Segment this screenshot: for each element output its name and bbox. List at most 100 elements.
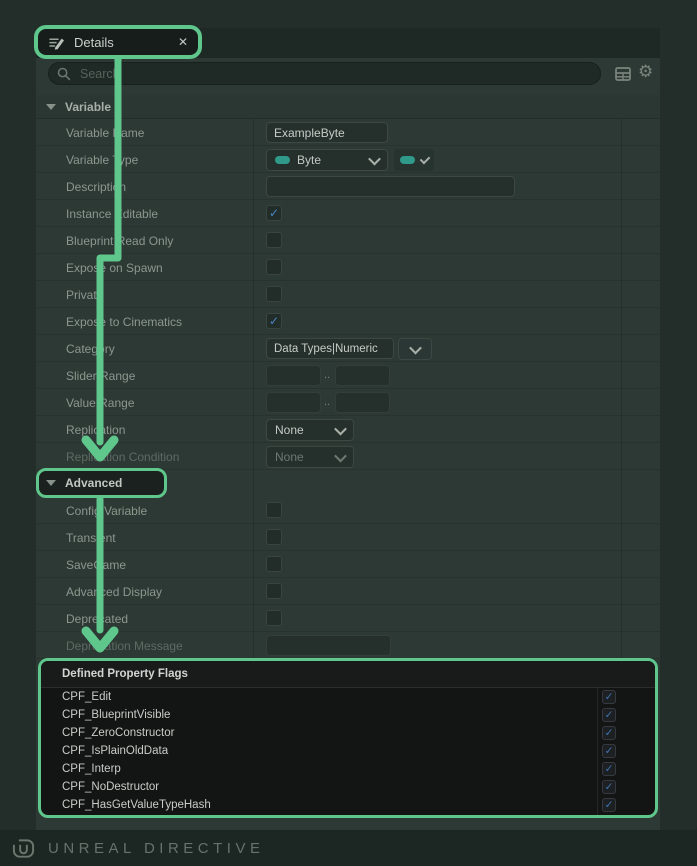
property-matrix-icon[interactable]	[614, 65, 632, 83]
row-label: Private	[66, 288, 103, 302]
screenshot-root: ⚙ Variable Variable Name Variable Type B…	[0, 0, 697, 866]
chevron-down-icon	[420, 153, 431, 164]
section-title: Advanced	[65, 476, 122, 490]
row-replication-condition: Replication Condition None	[36, 443, 660, 470]
row-replication: Replication None	[36, 416, 660, 443]
unreal-directive-logo-icon	[12, 837, 35, 860]
row-value-range: Value Range ..	[36, 389, 660, 416]
flag-row: CPF_IsPlainOldData ✓	[41, 742, 655, 760]
flag-name: CPF_HasGetValueTypeHash	[62, 799, 211, 811]
row-slider-range: Slider Range ..	[36, 362, 660, 389]
variable-name-input[interactable]	[266, 122, 388, 143]
row-variable-type: Variable Type Byte	[36, 146, 660, 173]
flag-checkbox[interactable]: ✓	[602, 744, 616, 758]
row-label: Value Range	[66, 396, 135, 410]
flag-checkbox[interactable]: ✓	[602, 726, 616, 740]
slider-range-max-input[interactable]	[335, 365, 390, 386]
settings-gear-icon[interactable]: ⚙	[638, 62, 656, 80]
row-blueprint-read-only: Blueprint Read Only	[36, 227, 660, 254]
row-label: Replication	[66, 423, 125, 437]
row-description: Description	[36, 173, 660, 200]
chevron-down-icon	[334, 449, 347, 462]
transient-checkbox[interactable]	[266, 529, 282, 545]
row-label: Description	[66, 180, 126, 194]
row-label: Advanced Display	[66, 585, 162, 599]
details-pencil-icon	[48, 34, 65, 51]
row-label: Expose on Spawn	[66, 261, 163, 275]
defined-property-flags-header: Defined Property Flags	[41, 661, 655, 688]
row-config-variable: Config Variable	[36, 497, 660, 524]
row-label: Config Variable	[66, 504, 147, 518]
deprecated-checkbox[interactable]	[266, 610, 282, 626]
advanced-display-checkbox[interactable]	[266, 583, 282, 599]
flag-row: CPF_BlueprintVisible ✓	[41, 706, 655, 724]
private-checkbox[interactable]	[266, 286, 282, 302]
section-title: Variable	[65, 100, 111, 114]
byte-type-pill-icon	[400, 156, 415, 164]
flags-list: CPF_Edit ✓ CPF_BlueprintVisible ✓ CPF_Ze…	[41, 688, 655, 814]
slider-range-min-input[interactable]	[266, 365, 321, 386]
flag-name: CPF_IsPlainOldData	[62, 745, 168, 757]
flag-checkbox[interactable]: ✓	[602, 708, 616, 722]
category-input[interactable]	[266, 338, 394, 359]
flag-checkbox[interactable]: ✓	[602, 780, 616, 794]
value-range-min-input[interactable]	[266, 392, 321, 413]
flag-name: CPF_BlueprintVisible	[62, 709, 170, 721]
row-label: Replication Condition	[66, 450, 179, 464]
flag-name: CPF_Interp	[62, 763, 121, 775]
chevron-down-icon	[409, 341, 422, 354]
search-icon	[57, 67, 71, 81]
details-tab[interactable]: Details ✕	[34, 25, 202, 59]
variable-type-dropdown[interactable]: Byte	[266, 149, 388, 171]
value-range-max-input[interactable]	[335, 392, 390, 413]
replication-dropdown[interactable]: None	[266, 419, 354, 441]
row-label: Category	[66, 342, 115, 356]
row-label: Deprecated	[66, 612, 128, 626]
deprecation-message-input[interactable]	[266, 635, 391, 656]
chevron-down-icon	[334, 422, 347, 435]
section-header-variable[interactable]: Variable	[36, 95, 660, 119]
row-label: Variable Name	[66, 126, 144, 140]
replication-condition-dropdown[interactable]: None	[266, 446, 354, 468]
description-input[interactable]	[266, 176, 515, 197]
expose-on-spawn-checkbox[interactable]	[266, 259, 282, 275]
close-icon[interactable]: ✕	[178, 35, 188, 49]
collapse-arrow-icon	[46, 480, 56, 486]
section-header-advanced[interactable]: Advanced	[36, 469, 660, 496]
row-label: Slider Range	[66, 369, 135, 383]
row-label: Transient	[66, 531, 116, 545]
flag-checkbox[interactable]: ✓	[602, 762, 616, 776]
range-separator: ..	[324, 396, 330, 408]
flag-row: CPF_Edit ✓	[41, 688, 655, 706]
search-box[interactable]	[48, 62, 601, 85]
row-variable-name: Variable Name	[36, 119, 660, 146]
brand-text: UNREAL DIRECTIVE	[48, 840, 264, 857]
config-variable-checkbox[interactable]	[266, 502, 282, 518]
container-type-dropdown[interactable]	[394, 149, 434, 171]
row-savegame: SaveGame	[36, 551, 660, 578]
defined-property-flags-title: Defined Property Flags	[62, 668, 188, 680]
blueprint-read-only-checkbox[interactable]	[266, 232, 282, 248]
tab-title: Details	[74, 35, 114, 50]
row-label: Variable Type	[66, 153, 138, 167]
savegame-checkbox[interactable]	[266, 556, 282, 572]
range-separator: ..	[324, 369, 330, 381]
flag-name: CPF_ZeroConstructor	[62, 727, 174, 739]
variable-type-value: Byte	[297, 153, 321, 167]
flag-checkbox[interactable]: ✓	[602, 690, 616, 704]
defined-property-flags-panel: Defined Property Flags CPF_Edit ✓ CPF_Bl…	[38, 658, 658, 818]
row-label: Instance Editable	[66, 207, 158, 221]
search-input[interactable]	[78, 66, 592, 82]
replication-condition-value: None	[275, 450, 304, 464]
chevron-down-icon	[368, 152, 381, 165]
byte-type-pill-icon	[275, 156, 290, 164]
row-deprecation-message: Deprecation Message	[36, 632, 660, 659]
flag-checkbox[interactable]: ✓	[602, 798, 616, 812]
row-label: Deprecation Message	[66, 639, 183, 653]
category-dropdown-button[interactable]	[398, 338, 432, 360]
instance-editable-checkbox[interactable]: ✓	[266, 205, 282, 221]
expose-to-cinematics-checkbox[interactable]: ✓	[266, 313, 282, 329]
flag-row: CPF_ZeroConstructor ✓	[41, 724, 655, 742]
flag-row: CPF_NoDestructor ✓	[41, 778, 655, 796]
row-advanced-display: Advanced Display	[36, 578, 660, 605]
